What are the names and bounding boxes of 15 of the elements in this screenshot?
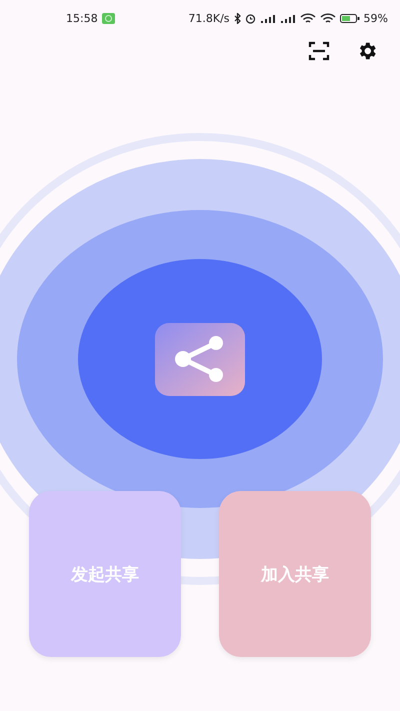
battery-icon [340, 12, 360, 24]
bluetooth-icon [234, 12, 241, 24]
wifi-icon [300, 12, 316, 24]
network-speed: 71.8K/s [188, 12, 230, 24]
signal-icon [280, 12, 296, 24]
scan-icon[interactable] [308, 40, 330, 62]
alarm-icon [244, 12, 256, 24]
share-icon[interactable] [155, 323, 245, 396]
wifi-icon [320, 12, 336, 24]
action-card[interactable]: 加入共享 [219, 491, 371, 657]
battery-percent: 59% [364, 12, 388, 24]
action-card[interactable]: 发起共享 [29, 491, 181, 657]
signal-icon [260, 12, 276, 24]
status-time: 15:58 [66, 12, 98, 24]
app-notification-icon [102, 12, 115, 24]
